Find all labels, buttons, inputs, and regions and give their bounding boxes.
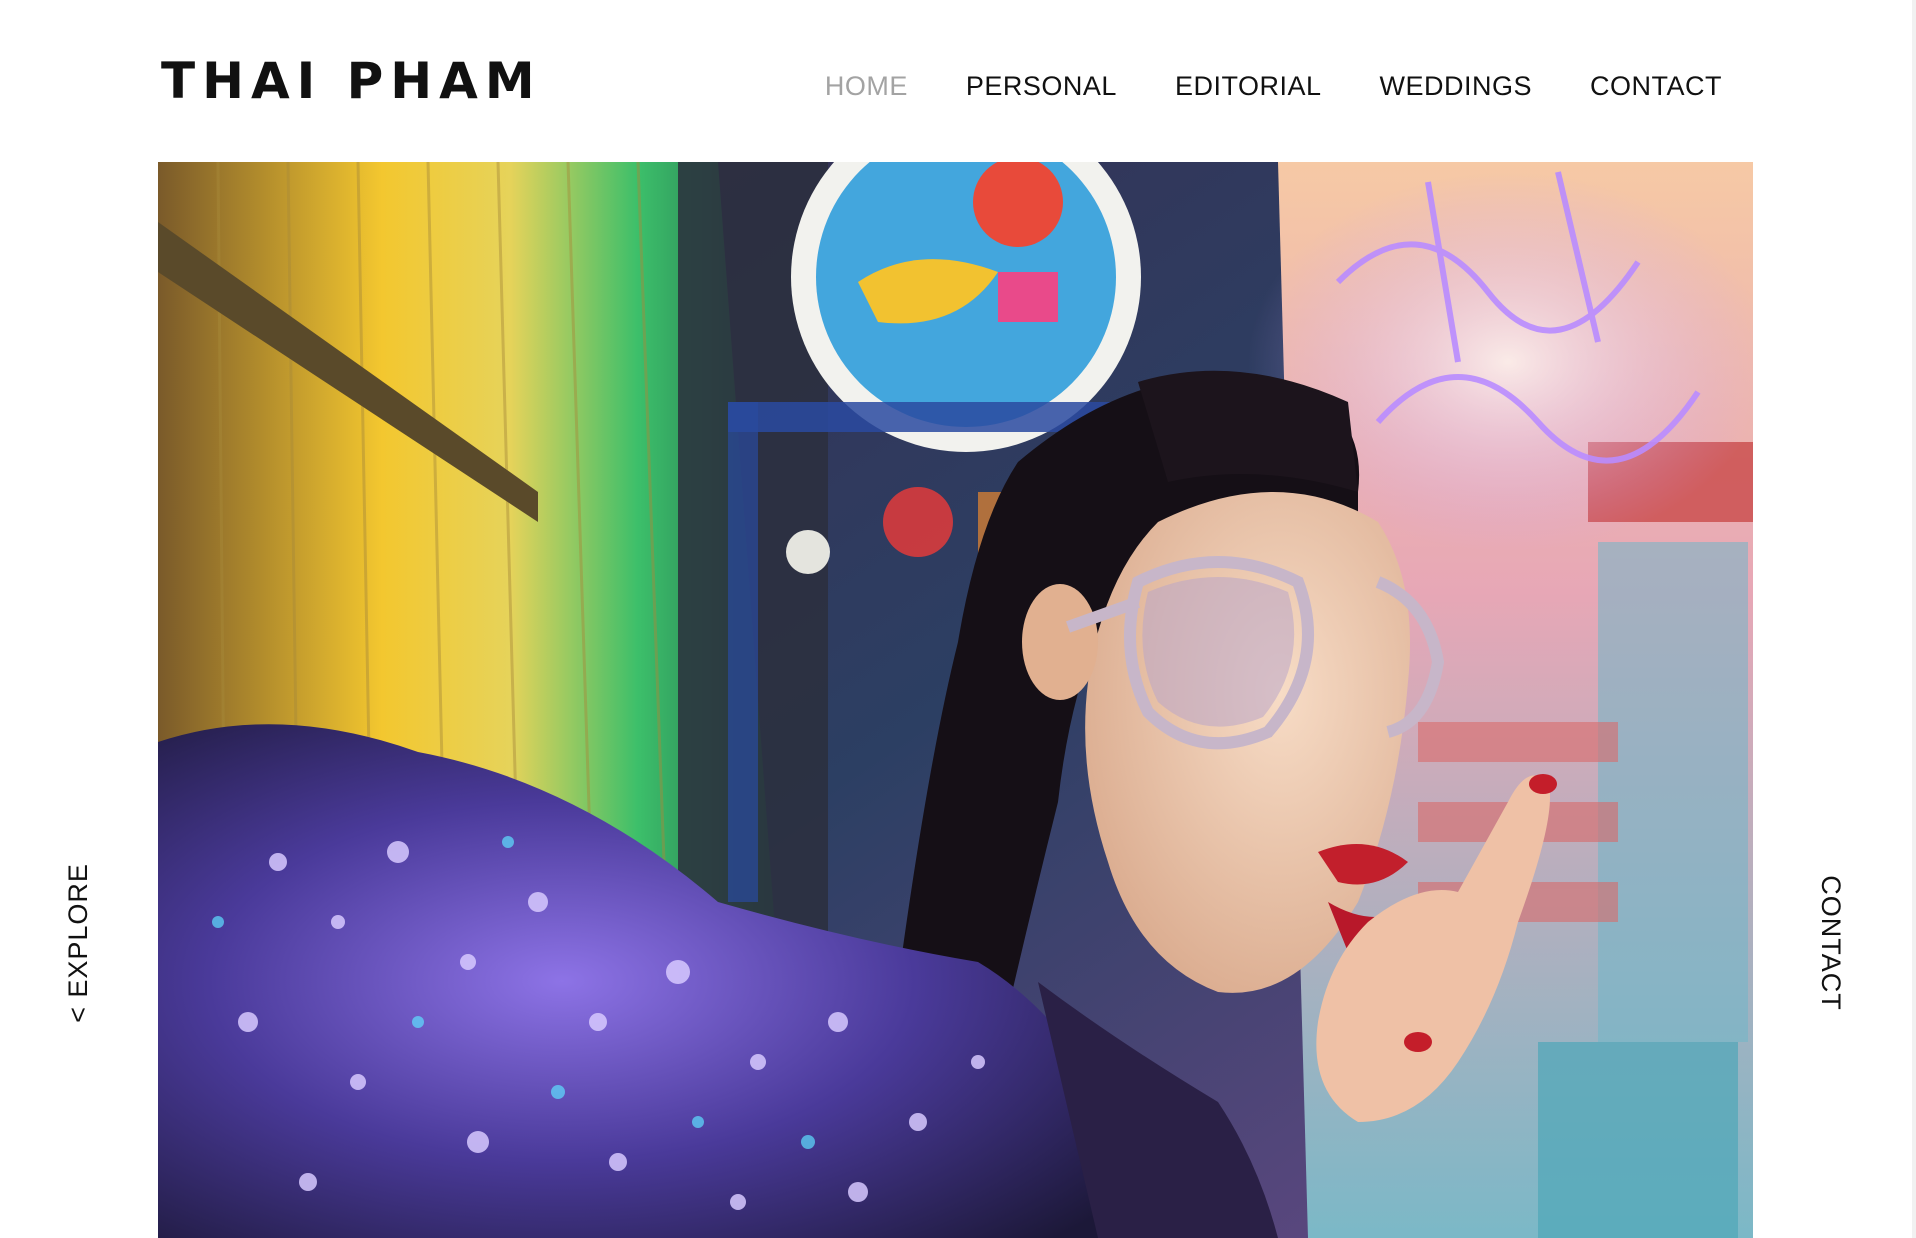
nav-item-weddings[interactable]: WEDDINGS: [1380, 66, 1533, 106]
hero-illustration: [158, 162, 1753, 1238]
nav-item-personal[interactable]: PERSONAL: [966, 66, 1117, 106]
nav-item-home[interactable]: HOME: [825, 66, 908, 106]
nav-item-editorial[interactable]: EDITORIAL: [1175, 66, 1322, 106]
hero-photo: [158, 162, 1753, 1238]
main-nav: HOME PERSONAL EDITORIAL WEDDINGS CONTACT: [825, 66, 1722, 106]
explore-side-link[interactable]: < EXPLORE: [63, 862, 93, 1023]
nav-item-contact[interactable]: CONTACT: [1590, 66, 1722, 106]
scrollbar[interactable]: [1912, 0, 1916, 1238]
explore-side-label: < EXPLORE: [63, 862, 93, 1023]
contact-side-link[interactable]: CONTACT: [1816, 874, 1846, 1011]
site-logo[interactable]: THAI PHAM: [161, 52, 542, 110]
page: THAI PHAM HOME PERSONAL EDITORIAL WEDDIN…: [0, 0, 1916, 1238]
contact-side-label: CONTACT: [1816, 874, 1846, 1011]
